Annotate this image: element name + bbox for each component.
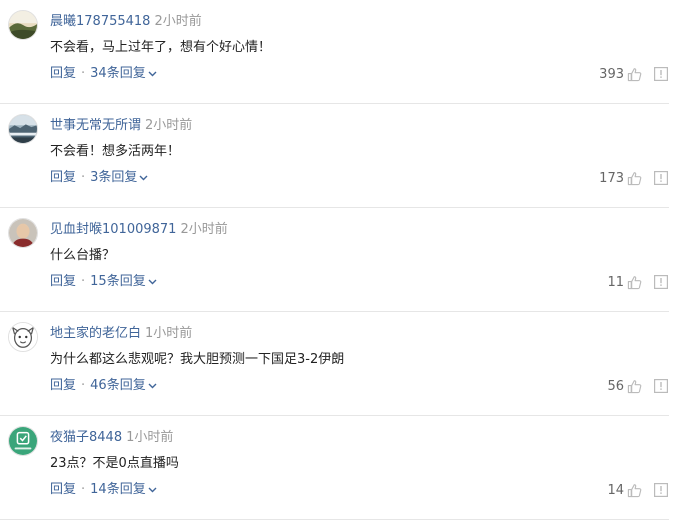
comment-meta: 世事无常无所谓 2小时前 (50, 117, 192, 135)
comment-meta: 见血封喉101009871 2小时前 (50, 221, 228, 239)
comment-item: 见血封喉101009871 2小时前 什么台播？ 回复 · 15条回复 11 (0, 208, 669, 312)
reply-button[interactable]: 回复 (50, 170, 76, 185)
thumbs-up-icon (627, 483, 642, 497)
report-icon[interactable] (654, 379, 668, 393)
comment-item: 地主家的老亿白 1小时前 为什么都这么悲观呢？我大胆预测一下国足3-2伊朗 回复 ·… (0, 312, 669, 416)
reply-button[interactable]: 回复 (50, 274, 76, 289)
view-replies-button[interactable]: 3条回复 (90, 170, 148, 185)
username-link[interactable]: 地主家的老亿白 (50, 326, 141, 341)
comment-text: 不会看，马上过年了，想有个好心情！ (50, 40, 272, 55)
comment-text: 不会看！想多活两年！ (50, 144, 181, 159)
comment-actions: 回复 · 46条回复 (50, 377, 157, 395)
chevron-down-icon (148, 487, 157, 492)
comment-text: 为什么都这么悲观呢？我大胆预测一下国足3-2伊朗 (50, 352, 345, 367)
view-replies-button[interactable]: 14条回复 (90, 482, 157, 497)
comment-actions: 回复 · 34条回复 (50, 65, 157, 83)
username-link[interactable]: 世事无常无所谓 (50, 118, 141, 133)
comment-text: 什么台播？ (50, 248, 116, 263)
comment-actions: 回复 · 15条回复 (50, 273, 157, 291)
comment-actions: 回复 · 3条回复 (50, 169, 148, 187)
chevron-down-icon (148, 383, 157, 388)
like-count: 14 (607, 482, 624, 498)
comment-meta: 夜猫子8448 1小时前 (50, 429, 173, 447)
username-link[interactable]: 夜猫子8448 (50, 430, 122, 445)
separator-dot: · (81, 378, 86, 393)
comment-time: 1小时前 (145, 326, 193, 341)
like-count: 173 (599, 170, 624, 186)
comment-time: 1小时前 (126, 430, 174, 445)
thumbs-up-icon (627, 379, 642, 393)
scenery-avatar-icon[interactable] (8, 114, 38, 144)
view-replies-button[interactable]: 46条回复 (90, 378, 157, 393)
replies-count-label: 34条回复 (90, 66, 146, 81)
replies-count-label: 14条回复 (90, 482, 146, 497)
thumbs-up-icon (627, 67, 642, 81)
report-icon[interactable] (654, 275, 668, 289)
like-button[interactable]: 56 (607, 377, 642, 395)
like-button[interactable]: 11 (607, 273, 642, 291)
comment-item: 世事无常无所谓 2小时前 不会看！想多活两年！ 回复 · 3条回复 173 (0, 104, 669, 208)
replies-count-label: 3条回复 (90, 170, 138, 185)
replies-count-label: 46条回复 (90, 378, 146, 393)
chevron-down-icon (148, 279, 157, 284)
separator-dot: · (81, 274, 86, 289)
comment-meta: 晨曦178755418 2小时前 (50, 13, 202, 31)
comment-text: 23点？不是0点直播吗 (50, 456, 179, 471)
like-count: 11 (607, 274, 624, 290)
username-link[interactable]: 见血封喉101009871 (50, 222, 176, 237)
landscape-avatar-icon[interactable] (8, 10, 38, 40)
separator-dot: · (81, 482, 86, 497)
comment-list: 晨曦178755418 2小时前 不会看，马上过年了，想有个好心情！ 回复 · 34条… (0, 0, 683, 520)
like-count: 393 (599, 66, 624, 82)
cartoon-avatar-icon[interactable] (8, 322, 38, 352)
username-link[interactable]: 晨曦178755418 (50, 14, 150, 29)
comment-item: 晨曦178755418 2小时前 不会看，马上过年了，想有个好心情！ 回复 · 34条… (0, 0, 669, 104)
comment-time: 2小时前 (180, 222, 228, 237)
separator-dot: · (81, 66, 86, 81)
portrait-avatar-icon[interactable] (8, 218, 38, 248)
replies-count-label: 15条回复 (90, 274, 146, 289)
comment-item: 夜猫子8448 1小时前 23点？不是0点直播吗 回复 · 14条回复 14 (0, 416, 669, 520)
thumbs-up-icon (627, 171, 642, 185)
reply-button[interactable]: 回复 (50, 378, 76, 393)
view-replies-button[interactable]: 34条回复 (90, 66, 157, 81)
view-replies-button[interactable]: 15条回复 (90, 274, 157, 289)
report-icon[interactable] (654, 67, 668, 81)
chevron-down-icon (148, 71, 157, 76)
like-button[interactable]: 393 (599, 65, 642, 83)
separator-dot: · (81, 170, 86, 185)
comment-actions: 回复 · 14条回复 (50, 481, 157, 499)
chevron-down-icon (139, 175, 148, 180)
app-logo-avatar-icon[interactable] (8, 426, 38, 456)
comment-time: 2小时前 (145, 118, 193, 133)
comment-time: 2小时前 (154, 14, 202, 29)
like-button[interactable]: 14 (607, 481, 642, 499)
like-button[interactable]: 173 (599, 169, 642, 187)
like-count: 56 (607, 378, 624, 394)
reply-button[interactable]: 回复 (50, 482, 76, 497)
thumbs-up-icon (627, 275, 642, 289)
report-icon[interactable] (654, 171, 668, 185)
reply-button[interactable]: 回复 (50, 66, 76, 81)
report-icon[interactable] (654, 483, 668, 497)
comment-meta: 地主家的老亿白 1小时前 (50, 325, 192, 343)
